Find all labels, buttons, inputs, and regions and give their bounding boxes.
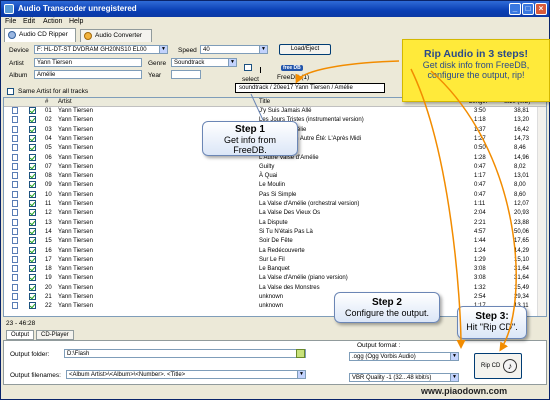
app-window: Audio Transcoder unregistered _ □ × File…	[0, 0, 550, 400]
arrow-to-rip	[430, 70, 517, 352]
guide-arrows	[250, 60, 517, 352]
arrow-to-output	[410, 68, 466, 349]
arrow-to-freedb	[295, 60, 400, 84]
step1-pointer	[250, 93, 264, 121]
watermark: www.piaodown.com	[421, 386, 508, 396]
